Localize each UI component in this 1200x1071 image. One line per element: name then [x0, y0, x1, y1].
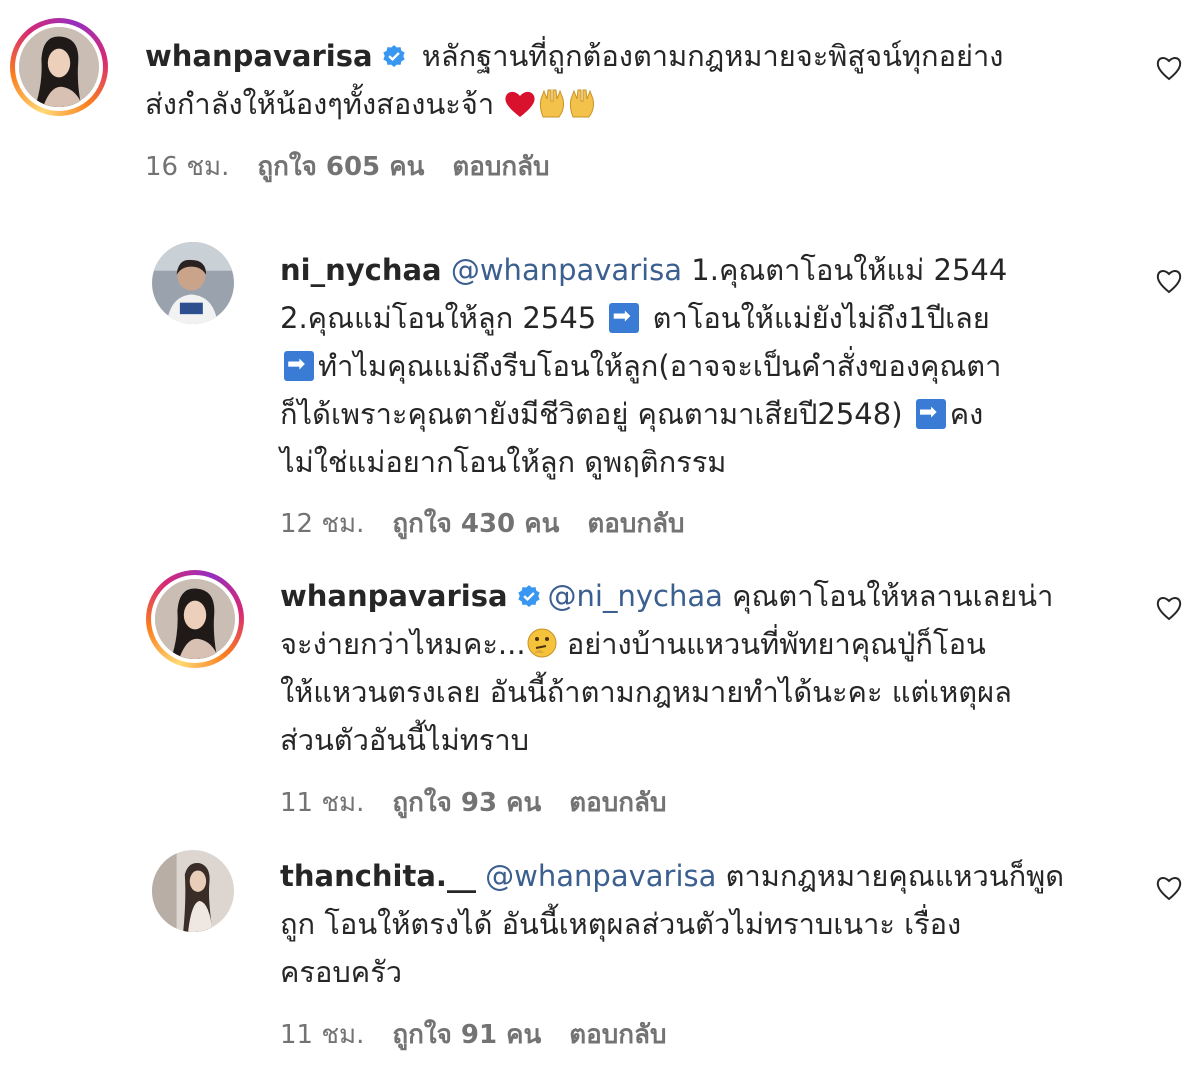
comment-line: จะง่ายกว่าไหมคะ... — [280, 627, 526, 661]
like-count[interactable]: ถูกใจ 93 คน — [392, 788, 541, 818]
comment-meta: 11 ชม. ถูกใจ 93 คน ตอบกลับ — [280, 782, 694, 823]
comment-line: ก็ได้เพราะคุณตายังมีชีวิตอยู่ คุณตามาเสี… — [280, 397, 903, 431]
mention-link[interactable]: @whanpavarisa — [485, 859, 716, 893]
comment-line: ทำไมคุณแม่ถึงรีบโอนให้ลูก(อาจจะเป็นคำสั่… — [318, 349, 1002, 383]
reply-button[interactable]: ตอบกลับ — [569, 1020, 666, 1050]
comment-meta: 12 ชม. ถูกใจ 430 คน ตอบกลับ — [280, 503, 713, 544]
heart-outline-icon[interactable] — [1155, 55, 1183, 81]
right-arrow-emoji — [915, 396, 946, 430]
avatar[interactable] — [152, 850, 234, 932]
heart-outline-icon[interactable] — [1155, 595, 1183, 621]
comment-line: คุณตาโอนให้หลานเลยน่า — [732, 579, 1054, 613]
like-count[interactable]: ถูกใจ 430 คน — [392, 509, 559, 539]
reply-button[interactable]: ตอบกลับ — [452, 152, 549, 182]
heart-emoji-icon — [505, 91, 535, 117]
avatar[interactable] — [152, 242, 234, 324]
comment-line: 1.คุณตาโอนให้แม่ 2544 — [691, 253, 1008, 287]
comment-line: ตาโอนให้แม่ยังไม่ถึง1ปีเลย — [652, 301, 990, 335]
comment-line: คง — [949, 397, 984, 431]
comment-line: ไม่ใช่แม่อยากโอนให้ลูก ดูพฤติกรรม — [280, 445, 727, 479]
comment-2: ni_nychaa @whanpavarisa 1.คุณตาโอนให้แม่… — [0, 230, 1200, 560]
comment-1: whanpavarisa หลักฐานที่ถูกต้องตามกฎหมายจ… — [0, 0, 1200, 200]
reply-button[interactable]: ตอบกลับ — [569, 788, 666, 818]
timestamp: 12 ชม. — [280, 509, 365, 539]
comment-text: whanpavarisa หลักฐานที่ถูกต้องตามกฎหมายจ… — [145, 32, 1105, 128]
right-arrow-emoji — [284, 348, 314, 382]
comment-line: 2.คุณแม่โอนให้ลูก 2545 — [280, 301, 597, 335]
thinking-face-emoji-icon — [527, 628, 557, 658]
timestamp: 11 ชม. — [280, 788, 365, 818]
avatar-image — [152, 242, 234, 324]
vulcan-hand-emoji-icon — [570, 89, 595, 118]
avatar[interactable] — [146, 570, 244, 668]
verified-badge-icon — [382, 45, 405, 67]
username[interactable]: thanchita.__ — [280, 859, 476, 893]
like-count[interactable]: ถูกใจ 91 คน — [392, 1020, 541, 1050]
avatar-image — [152, 850, 234, 932]
timestamp: 16 ชม. — [145, 152, 230, 182]
verified-badge-icon — [517, 585, 540, 607]
comment-line: ส่งกำลังให้น้องๆทั้งสองนะจ้า — [145, 87, 495, 121]
comment-text: ni_nychaa @whanpavarisa 1.คุณตาโอนให้แม่… — [280, 246, 1140, 486]
comment-line: ถูก โอนให้ตรงได้ อันนี้เหตุผลส่วนตัวไม่ท… — [280, 907, 962, 941]
timestamp: 11 ชม. — [280, 1020, 365, 1050]
like-count[interactable]: ถูกใจ 605 คน — [257, 152, 424, 182]
comment-4: thanchita.__ @whanpavarisa ตามกฎหมายคุณแ… — [0, 840, 1200, 1071]
comment-line: อย่างบ้านแหวนที่พัทยาคุณปู่ก็โอน — [566, 627, 986, 661]
avatar[interactable] — [10, 18, 108, 116]
username[interactable]: ni_nychaa — [280, 253, 442, 287]
heart-outline-icon[interactable] — [1155, 268, 1183, 294]
mention-link[interactable]: @ni_nychaa — [548, 579, 723, 613]
vulcan-hand-emoji-icon — [540, 89, 565, 118]
comment-meta: 11 ชม. ถูกใจ 91 คน ตอบกลับ — [280, 1014, 694, 1055]
heart-outline-icon[interactable] — [1155, 875, 1183, 901]
mention-link[interactable]: @whanpavarisa — [451, 253, 682, 287]
username[interactable]: whanpavarisa — [145, 39, 373, 73]
reply-button[interactable]: ตอบกลับ — [587, 509, 684, 539]
comment-text: thanchita.__ @whanpavarisa ตามกฎหมายคุณแ… — [280, 852, 1140, 996]
comment-line: หลักฐานที่ถูกต้องตามกฎหมายจะพิสูจน์ทุกอย… — [421, 39, 1004, 73]
comment-line: ตามกฎหมายคุณแหวนก็พูด — [725, 859, 1065, 893]
username[interactable]: whanpavarisa — [280, 579, 508, 613]
comment-line: ส่วนตัวอันนี้ไม่ทราบ — [280, 723, 530, 757]
comment-meta: 16 ชม. ถูกใจ 605 คน ตอบกลับ — [145, 146, 578, 187]
comment-text: whanpavarisa @ni_nychaa คุณตาโอนให้หลานเล… — [280, 572, 1140, 764]
comment-3: whanpavarisa @ni_nychaa คุณตาโอนให้หลานเล… — [0, 560, 1200, 830]
comment-line: ให้แหวนตรงเลย อันนี้ถ้าตามกฎหมายทำได้นะค… — [280, 675, 1012, 709]
avatar-image — [19, 27, 99, 107]
right-arrow-emoji — [609, 300, 640, 334]
avatar-image — [155, 579, 235, 659]
comment-line: ครอบครัว — [280, 955, 403, 989]
